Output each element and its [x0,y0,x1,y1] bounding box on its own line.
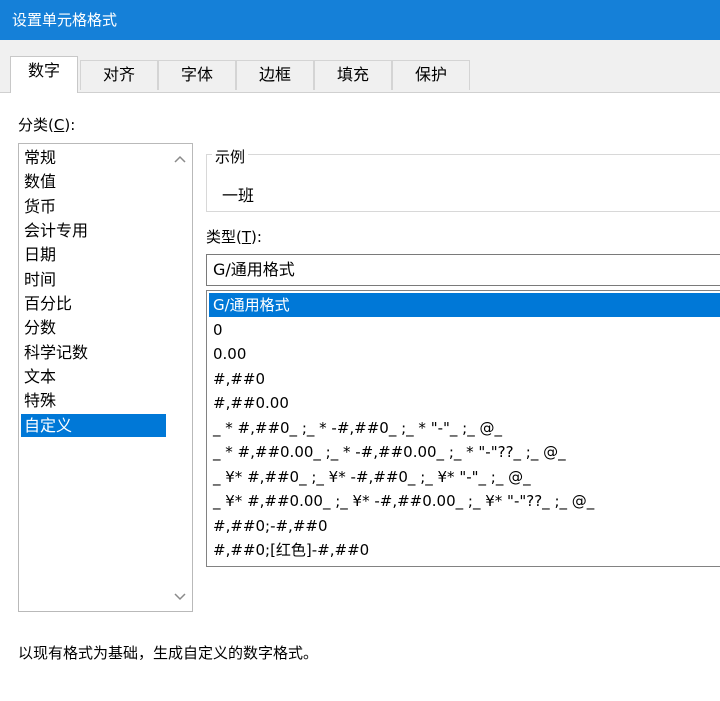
category-label-suffix: ): [64,116,76,134]
type-item[interactable]: #,##0;-#,##0 [209,514,720,538]
category-item-general[interactable]: 常规 [21,146,166,169]
type-item[interactable]: _ ¥* #,##0.00_ ;_ ¥* -#,##0.00_ ;_ ¥* "-… [209,489,720,513]
type-item[interactable]: 0 [209,318,720,342]
tab-border[interactable]: 边框 [236,60,314,90]
type-item[interactable]: _ * #,##0.00_ ;_ * -#,##0.00_ ;_ * "-"??… [209,440,720,464]
category-label-accesskey: C [53,116,65,134]
title-bar: 设置单元格格式 [0,0,720,40]
type-item[interactable]: #,##0 [209,367,720,391]
type-item[interactable]: _ ¥* #,##0_ ;_ ¥* -#,##0_ ;_ ¥* "-"_ ;_ … [209,465,720,489]
category-item-text[interactable]: 文本 [21,365,166,388]
tab-alignment[interactable]: 对齐 [80,60,158,90]
type-input[interactable]: G/通用格式 [206,254,720,286]
type-label-accesskey: T [241,228,252,246]
sample-groupbox [206,154,720,212]
sample-value: 一班 [222,186,255,205]
type-label-prefix: 类型( [206,228,242,246]
category-item-number[interactable]: 数值 [21,170,166,193]
tab-fill[interactable]: 填充 [314,60,392,90]
description-text: 以现有格式为基础，生成自定义的数字格式。 [18,644,319,662]
tab-strip: 数字 对齐 字体 边框 填充 保护 [0,56,720,93]
category-item-date[interactable]: 日期 [21,243,166,266]
category-item-fraction[interactable]: 分数 [21,316,166,339]
type-item[interactable]: _ * #,##0_ ;_ * -#,##0_ ;_ * "-"_ ;_ @_ [209,416,720,440]
category-item-scientific[interactable]: 科学记数 [21,341,166,364]
tab-font[interactable]: 字体 [158,60,236,90]
type-item[interactable]: G/通用格式 [209,293,720,317]
category-item-special[interactable]: 特殊 [21,389,166,412]
type-item[interactable]: #,##0;[红色]-#,##0 [209,538,720,562]
category-item-custom[interactable]: 自定义 [21,414,166,437]
category-list[interactable]: 常规 数值 货币 会计专用 日期 时间 百分比 分数 科学记数 文本 特殊 自定… [18,143,193,612]
tab-protection[interactable]: 保护 [392,60,470,90]
type-item[interactable]: 0.00 [209,342,720,366]
category-label: 分类(C): [18,114,75,135]
scroll-down-arrow-icon[interactable] [173,591,187,603]
category-item-time[interactable]: 时间 [21,268,166,291]
type-label: 类型(T): [206,226,262,247]
category-label-prefix: 分类( [18,116,54,134]
category-scrollbar[interactable] [168,144,192,611]
tab-number[interactable]: 数字 [10,56,78,93]
category-item-percentage[interactable]: 百分比 [21,292,166,315]
type-item[interactable]: #,##0.00 [209,391,720,415]
window-title: 设置单元格格式 [12,11,118,29]
category-item-accounting[interactable]: 会计专用 [21,219,166,242]
type-list[interactable]: G/通用格式 0 0.00 #,##0 #,##0.00 _ * #,##0_ … [206,290,720,567]
type-label-suffix: ): [251,228,262,246]
sample-label: 示例 [212,146,249,167]
scroll-up-arrow-icon[interactable] [173,153,187,165]
category-item-currency[interactable]: 货币 [21,195,166,218]
